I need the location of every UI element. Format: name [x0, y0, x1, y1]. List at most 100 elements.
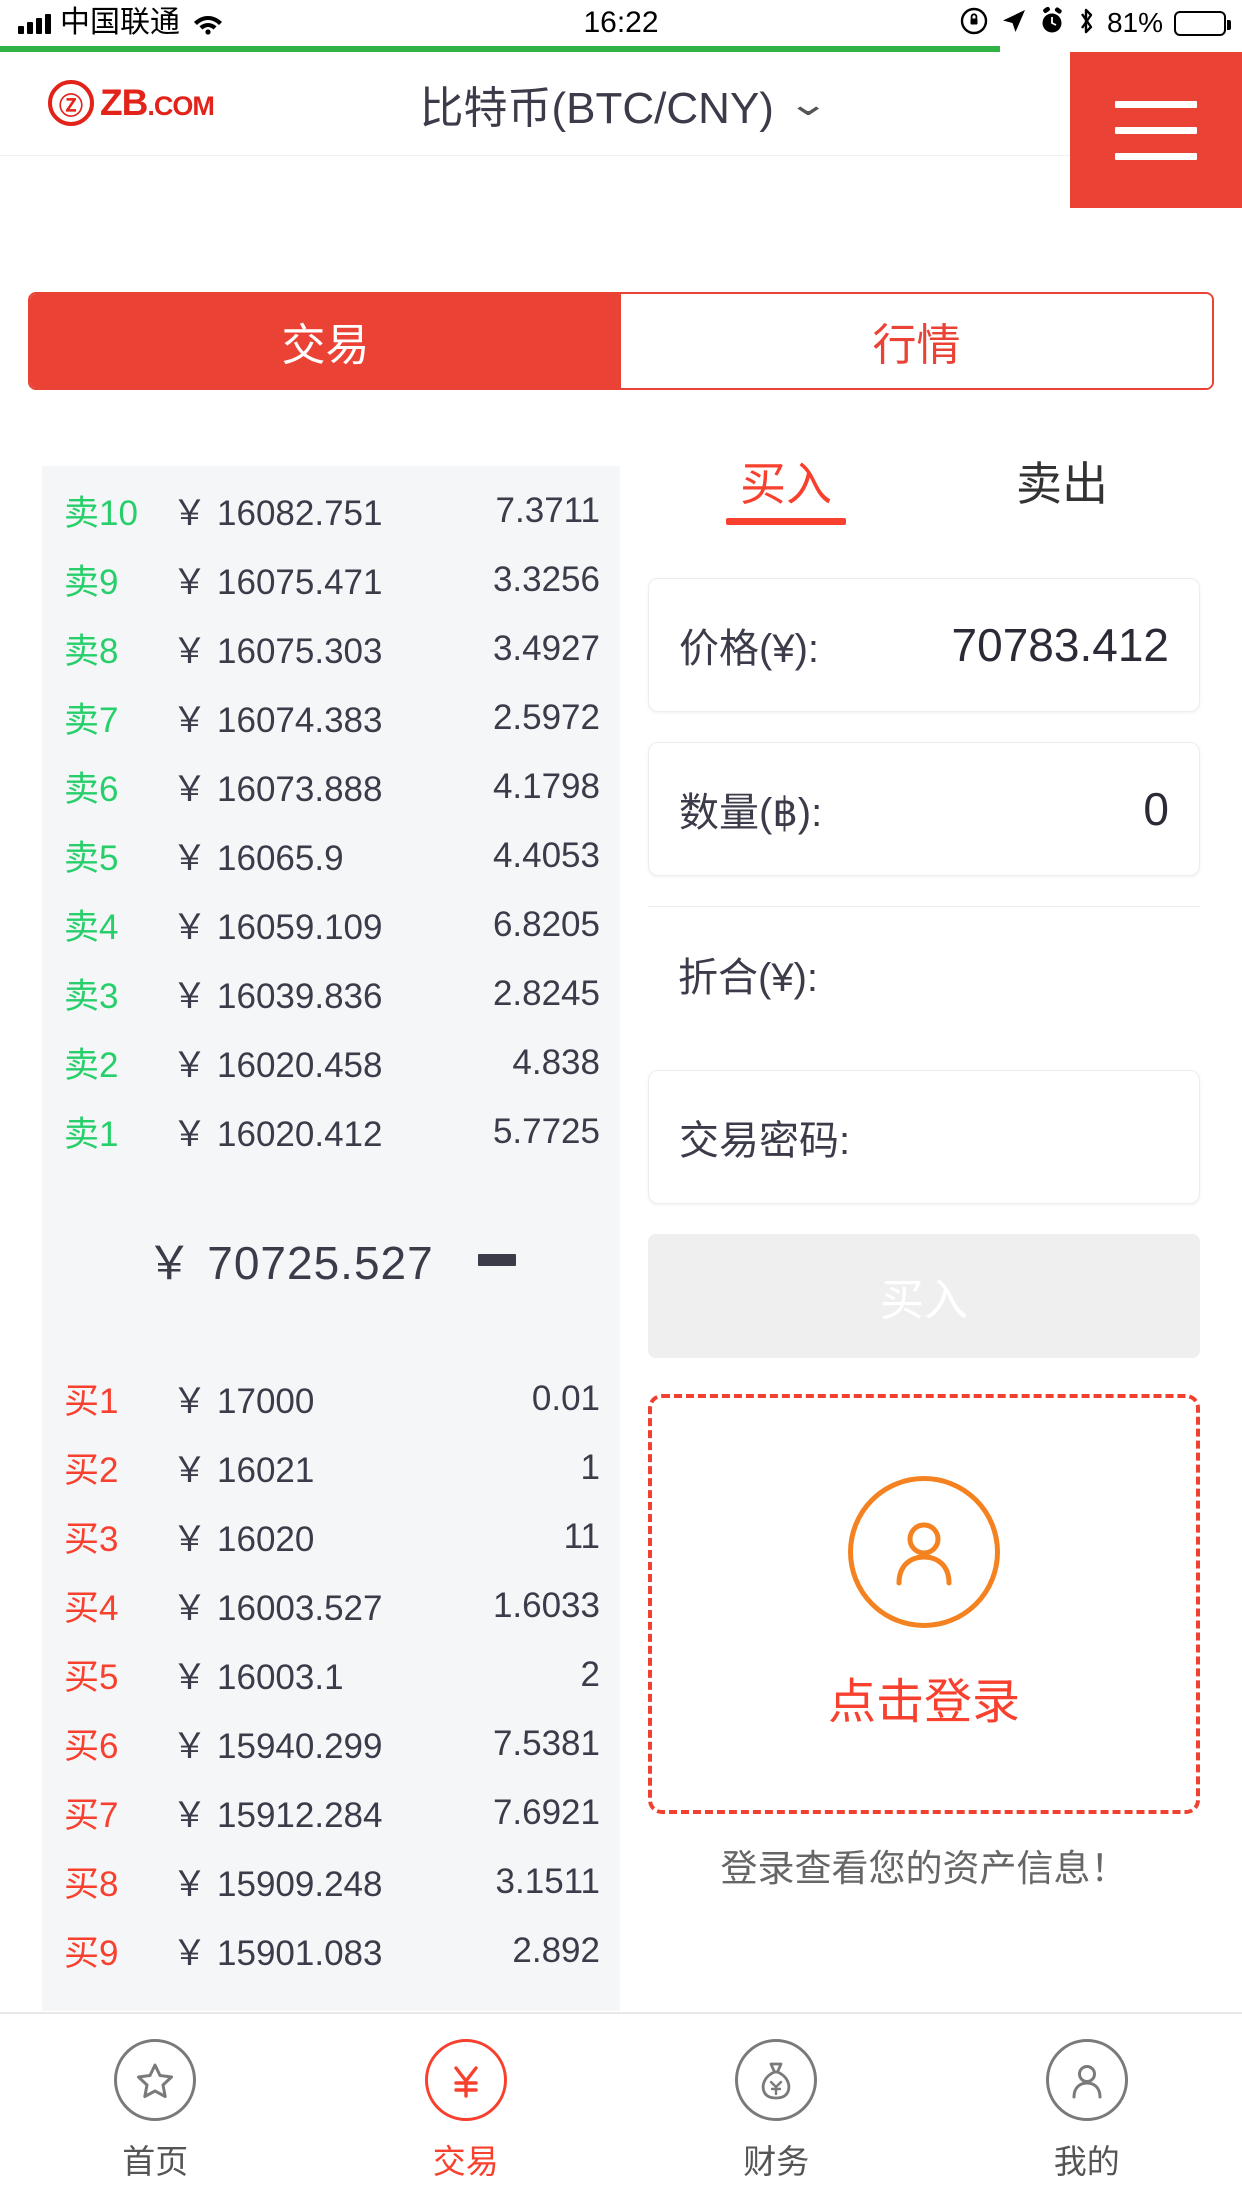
- login-prompt-box[interactable]: 点击登录: [648, 1394, 1200, 1814]
- order-label: 卖2: [64, 1046, 119, 1085]
- last-price-value: ￥ 70725.527: [146, 1237, 434, 1289]
- tab-buy-label: 买入: [740, 458, 832, 510]
- table-row[interactable]: 卖2 ￥ 16020.458 4.838: [42, 1028, 620, 1097]
- table-row[interactable]: 卖5 ￥ 16065.9 4.4053: [42, 821, 620, 890]
- order-price: ￥ 16059.109: [172, 908, 383, 947]
- order-amount: 4.1798: [492, 766, 600, 806]
- order-label: 卖3: [64, 977, 119, 1016]
- order-label: 卖6: [64, 770, 119, 809]
- order-price: ￥ 15909.248: [172, 1865, 383, 1904]
- total-field[interactable]: 折合(¥):: [648, 906, 1200, 1040]
- order-price: ￥ 16020.458: [172, 1046, 383, 1085]
- buy-orders-list: 买1 ￥ 17000 0.01 买2 ￥ 16021 1 买3 ￥ 16020 11 …: [42, 1354, 620, 1985]
- table-row[interactable]: 卖3 ￥ 16039.836 2.8245: [42, 959, 620, 1028]
- status-bar-right: 81%: [959, 0, 1231, 46]
- table-row[interactable]: 卖8 ￥ 16075.303 3.4927: [42, 614, 620, 683]
- nav-item-finance-label: 财务: [743, 2143, 810, 2180]
- sell-orders-list: 卖10 ￥ 16082.751 7.3711 卖9 ￥ 16075.471 3.32…: [42, 466, 620, 1166]
- table-row[interactable]: 买3 ￥ 16020 11: [42, 1502, 620, 1571]
- order-amount: 2: [580, 1654, 600, 1694]
- nav-item-mine[interactable]: 我的: [932, 2014, 1242, 2208]
- quantity-field-value[interactable]: 0: [822, 782, 1169, 836]
- tab-sell-label: 卖出: [1016, 458, 1108, 510]
- order-label: 买9: [64, 1934, 119, 1973]
- nav-item-finance[interactable]: 财务: [621, 2014, 932, 2208]
- order-price: ￥ 15901.083: [172, 1934, 383, 1973]
- order-amount: 3.3256: [492, 559, 600, 599]
- person-icon: [848, 1476, 1000, 1628]
- order-price: ￥ 17000: [172, 1382, 315, 1421]
- order-amount: 1: [580, 1447, 600, 1487]
- order-book[interactable]: 卖10 ￥ 16082.751 7.3711 卖9 ￥ 16075.471 3.32…: [42, 466, 620, 2011]
- order-price: ￥ 16082.751: [172, 494, 383, 533]
- alarm-clock-icon: [1039, 6, 1065, 40]
- table-row[interactable]: 卖6 ￥ 16073.888 4.1798: [42, 752, 620, 821]
- order-label: 买2: [64, 1451, 119, 1490]
- order-amount: 2.5972: [492, 697, 600, 737]
- table-row[interactable]: 买4 ￥ 16003.527 1.6033: [42, 1571, 620, 1640]
- table-row[interactable]: 买2 ￥ 16021 1: [42, 1433, 620, 1502]
- tab-sell[interactable]: 卖出: [924, 452, 1200, 548]
- table-row[interactable]: 买6 ￥ 15940.299 7.5381: [42, 1709, 620, 1778]
- table-row[interactable]: 买5 ￥ 16003.1 2: [42, 1640, 620, 1709]
- zb-logo[interactable]: Ⓩ ZB.COM: [48, 80, 215, 126]
- order-amount: 4.4053: [492, 835, 600, 875]
- order-label: 卖9: [64, 563, 119, 602]
- bottom-navigation-bar: 首页 交易 财务 我的: [0, 2012, 1242, 2208]
- order-amount: 3.1511: [495, 1861, 600, 1901]
- battery-percent-label: 81%: [1106, 7, 1163, 38]
- hamburger-line-3: [1115, 152, 1197, 160]
- price-field[interactable]: 价格(¥): 70783.412: [648, 578, 1200, 712]
- order-price: ￥ 15912.284: [172, 1796, 383, 1835]
- order-price: ￥ 16075.303: [172, 632, 383, 671]
- hamburger-line-2: [1115, 126, 1197, 134]
- order-label: 卖8: [64, 632, 119, 671]
- login-prompt-label[interactable]: 点击登录: [828, 1662, 1020, 1732]
- zb-logo-mark-icon: Ⓩ: [48, 80, 94, 126]
- price-field-value[interactable]: 70783.412: [819, 618, 1169, 672]
- submit-buy-button[interactable]: 买入: [648, 1234, 1200, 1358]
- order-price: ￥ 16039.836: [172, 977, 383, 1016]
- location-arrow-icon: [1000, 7, 1028, 40]
- order-label: 卖5: [64, 839, 119, 878]
- tab-trade[interactable]: 交易: [30, 294, 621, 388]
- nav-item-mine-label: 我的: [1053, 2143, 1120, 2180]
- order-amount: 3.4927: [492, 628, 600, 668]
- bluetooth-icon: [1076, 6, 1096, 41]
- nav-item-trade-label: 交易: [432, 2143, 499, 2180]
- quantity-field-label: 数量(฿):: [679, 791, 823, 835]
- app-root: 中国联通 16:22 81% Ⓩ ZB.COM 比特币(BTC/CNY) ⌄ 交…: [0, 0, 1242, 2208]
- order-price: ￥ 16003.527: [172, 1589, 383, 1628]
- order-amount: 4.838: [512, 1042, 600, 1082]
- trade-password-label: 交易密码:: [679, 1119, 851, 1163]
- trade-direction-tabs: 买入 卖出: [648, 452, 1200, 548]
- nav-item-home[interactable]: 首页: [0, 2014, 311, 2208]
- table-row[interactable]: 买7 ￥ 15912.284 7.6921: [42, 1778, 620, 1847]
- table-row[interactable]: 卖4 ￥ 16059.109 6.8205: [42, 890, 620, 959]
- order-label: 买5: [64, 1658, 119, 1697]
- trade-password-field[interactable]: 交易密码:: [648, 1070, 1200, 1204]
- order-price: ￥ 16075.471: [172, 563, 383, 602]
- table-row[interactable]: 卖1 ￥ 16020.412 5.7725: [42, 1097, 620, 1166]
- table-row[interactable]: 卖7 ￥ 16074.383 2.5972: [42, 683, 620, 752]
- tab-buy-underline: [726, 518, 846, 525]
- tab-buy[interactable]: 买入: [648, 452, 924, 548]
- order-price: ￥ 15940.299: [172, 1727, 383, 1766]
- order-label: 卖4: [64, 908, 119, 947]
- table-row[interactable]: 买8 ￥ 15909.248 3.1511: [42, 1847, 620, 1916]
- nav-item-trade[interactable]: 交易: [311, 2014, 622, 2208]
- rotation-lock-icon: [959, 6, 989, 41]
- order-label: 买6: [64, 1727, 119, 1766]
- order-label: 买8: [64, 1865, 119, 1904]
- table-row[interactable]: 卖10 ￥ 16082.751 7.3711: [42, 476, 620, 545]
- market-pair-label: 比特币(BTC/CNY): [419, 84, 774, 133]
- table-row[interactable]: 买9 ￥ 15901.083 2.892: [42, 1916, 620, 1985]
- hamburger-menu-button[interactable]: [1070, 52, 1242, 208]
- table-row[interactable]: 买1 ￥ 17000 0.01: [42, 1364, 620, 1433]
- tab-market[interactable]: 行情: [621, 294, 1212, 388]
- quantity-field[interactable]: 数量(฿): 0: [648, 742, 1200, 876]
- app-header: Ⓩ ZB.COM 比特币(BTC/CNY) ⌄: [0, 52, 1242, 208]
- table-row[interactable]: 卖9 ￥ 16075.471 3.3256: [42, 545, 620, 614]
- order-amount: 2.892: [512, 1930, 600, 1970]
- order-price: ￥ 16073.888: [172, 770, 383, 809]
